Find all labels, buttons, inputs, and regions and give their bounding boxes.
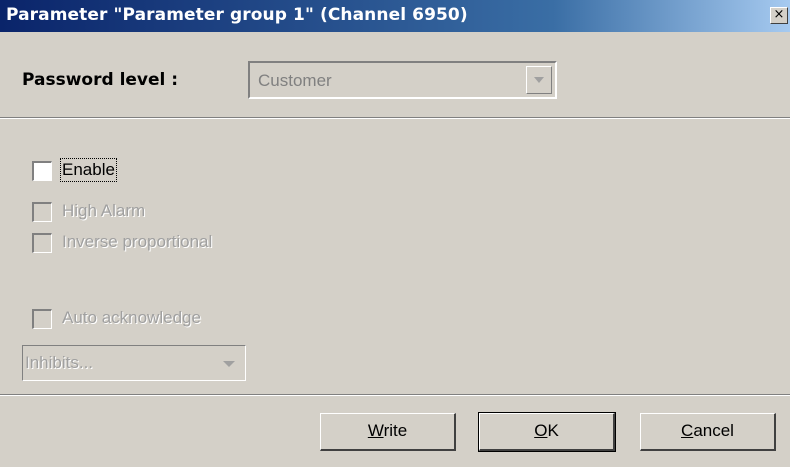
separator-bottom — [0, 394, 790, 396]
inhibits-label: Inhibits... — [25, 353, 94, 372]
checkbox-high-alarm-box — [32, 202, 52, 222]
checkbox-high-alarm-label: High Alarm — [62, 201, 146, 220]
cancel-button[interactable]: Cancel — [640, 413, 776, 451]
chevron-down-icon — [223, 361, 235, 367]
separator-top — [0, 117, 790, 119]
title-bar[interactable]: Parameter "Parameter group 1" (Channel 6… — [0, 0, 790, 32]
cancel-mnemonic: C — [681, 421, 694, 440]
write-button[interactable]: Write — [320, 413, 456, 451]
cancel-label: ancel — [693, 421, 734, 440]
ok-button[interactable]: OK — [478, 412, 616, 452]
close-icon: × — [773, 7, 785, 22]
checkbox-enable-label[interactable]: Enable — [60, 158, 117, 182]
parameter-dialog: Parameter "Parameter group 1" (Channel 6… — [0, 0, 790, 467]
checkbox-inverse-proportional-label: Inverse proportional — [62, 232, 213, 251]
inhibits-dropdown: Inhibits... — [22, 345, 246, 381]
password-level-label: Password level : — [22, 70, 179, 90]
checkbox-inverse-proportional-box — [32, 233, 52, 253]
checkbox-auto-acknowledge-box — [32, 309, 52, 329]
window-title: Parameter "Parameter group 1" (Channel 6… — [6, 5, 468, 25]
ok-mnemonic: O — [534, 421, 548, 440]
checkbox-auto-acknowledge-label: Auto acknowledge — [62, 308, 201, 327]
password-level-select: Customer — [248, 61, 557, 99]
write-mnemonic: W — [367, 421, 384, 440]
write-label: rite — [383, 421, 408, 440]
ok-label: K — [547, 421, 559, 440]
chevron-down-icon — [526, 66, 552, 94]
close-button[interactable]: × — [770, 7, 788, 24]
checkbox-enable-box[interactable] — [32, 161, 52, 181]
password-level-value: Customer — [258, 71, 332, 90]
